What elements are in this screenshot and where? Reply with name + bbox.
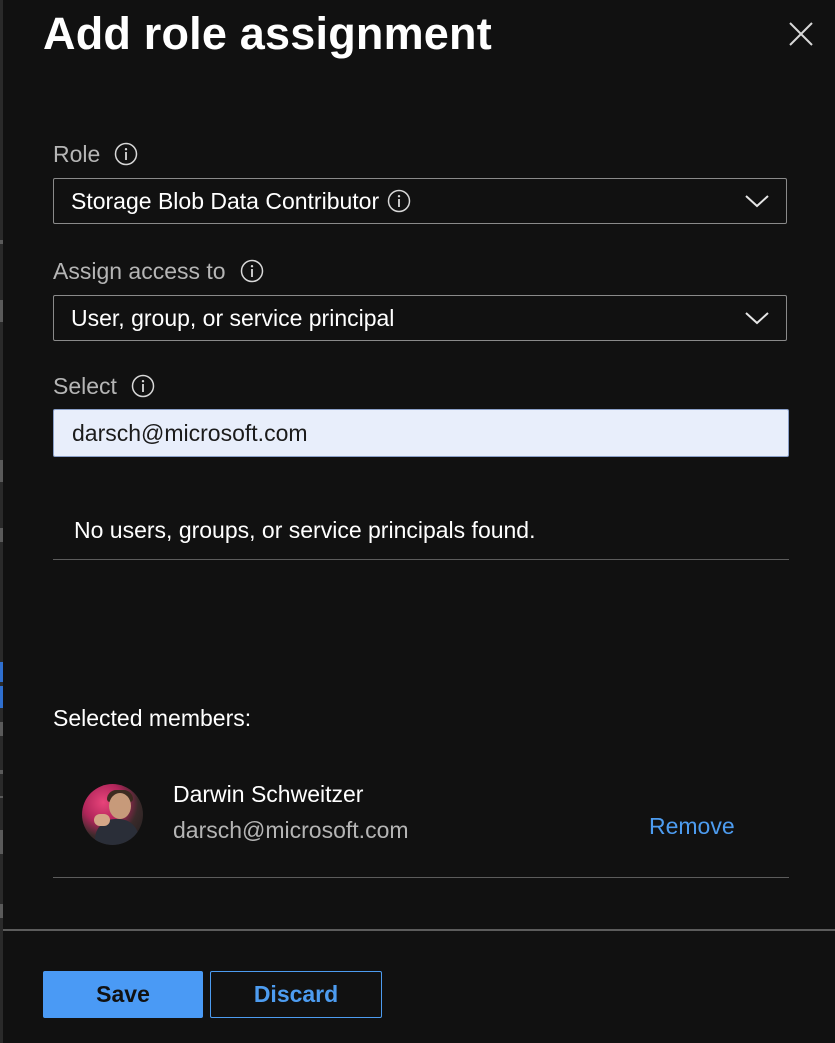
edge-mark [0,796,3,798]
edge-mark [0,770,3,774]
footer-divider [3,929,835,931]
no-results-message: No users, groups, or service principals … [74,517,536,543]
chevron-down-icon [744,310,770,326]
close-button[interactable] [785,18,817,50]
results-divider [53,559,789,560]
avatar-figure [94,814,110,826]
select-label: Select [53,373,117,399]
background-blade-edge [0,0,3,1043]
add-role-assignment-panel: Add role assignment Role Storage Blob Da… [0,0,835,1043]
edge-mark [0,830,3,854]
edge-mark [0,240,3,244]
remove-member-link[interactable]: Remove [649,810,735,842]
role-info-icon[interactable] [114,142,138,166]
assign-access-label-row: Assign access to [53,256,264,286]
edge-mark [0,904,3,918]
member-name: Darwin Schweitzer [173,781,364,807]
page-title: Add role assignment [43,8,492,59]
save-button[interactable]: Save [43,971,203,1018]
assign-access-label: Assign access to [53,258,226,284]
avatar-figure [109,793,131,819]
selected-member-item: Darwin Schweitzer darsch@microsoft.com R… [53,770,789,870]
assign-access-dropdown[interactable]: User, group, or service principal [53,295,787,341]
edge-mark [0,460,3,482]
assign-access-info-icon[interactable] [240,259,264,283]
avatar [82,784,143,845]
member-email: darsch@microsoft.com [173,817,409,843]
edge-mark [0,300,3,322]
role-label-row: Role [53,139,138,169]
role-dropdown[interactable]: Storage Blob Data Contributor [53,178,787,224]
select-info-icon[interactable] [131,374,155,398]
edge-mark [0,722,3,736]
role-value-info-icon[interactable] [387,189,411,213]
role-label: Role [53,141,101,167]
discard-button[interactable]: Discard [210,971,382,1018]
assign-access-dropdown-value: User, group, or service principal [71,304,395,331]
selected-members-heading: Selected members: [53,705,252,731]
select-label-row: Select [53,371,155,401]
chevron-down-icon [744,193,770,209]
members-divider [53,877,789,878]
role-dropdown-value-row: Storage Blob Data Contributor [71,188,411,215]
select-search-input[interactable] [53,409,789,457]
close-icon [789,22,813,46]
role-dropdown-value: Storage Blob Data Contributor [71,187,380,214]
edge-mark [0,662,3,682]
edge-mark [0,528,3,542]
edge-mark [0,686,3,708]
